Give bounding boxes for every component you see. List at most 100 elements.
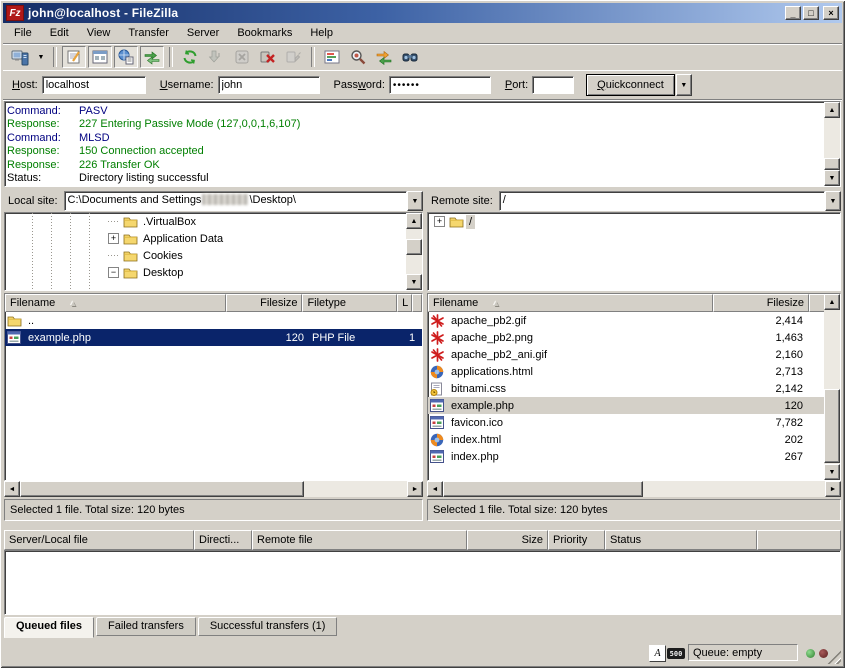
scrollbar-thumb[interactable] [443,481,643,497]
queue-column-header-remote-file[interactable]: Remote file [252,530,467,550]
file-row[interactable]: index.php267 [428,448,840,465]
queue-column-header-priority[interactable]: Priority [548,530,605,550]
site-manager-dropdown-button[interactable]: ▼ [34,46,48,68]
folder-icon [123,216,140,228]
column-header-filesize[interactable]: Filesize [226,294,302,312]
local-directory-tree[interactable]: .VirtualBox+Application DataCookies−Desk… [4,212,423,291]
local-site-dropdown-button[interactable]: ▼ [407,191,423,211]
toggle-message-log-button[interactable] [62,46,86,68]
tree-item[interactable]: Cookies [5,247,422,264]
local-file-list[interactable]: Filename▲FilesizeFiletypeL..example.php1… [4,293,423,481]
queue-column-header-server-local-file[interactable]: Server/Local file [4,530,194,550]
remote-site-dropdown-button[interactable]: ▼ [825,191,841,211]
transfer-queue-list[interactable] [4,550,841,615]
vertical-scrollbar[interactable]: ▲▼ [406,213,422,290]
process-queue-icon [208,49,224,65]
queue-column-header-status[interactable]: Status [605,530,757,550]
tab-successful-transfers-1[interactable]: Successful transfers (1) [198,617,338,636]
scrollbar-thumb[interactable] [824,158,840,170]
host-input[interactable] [42,76,146,94]
file-row[interactable]: apache_pb2.gif2,414 [428,312,840,329]
file-row[interactable]: applications.html2,713 [428,363,840,380]
minimize-button[interactable]: _ [785,6,801,20]
scroll-left-button[interactable]: ◄ [4,481,20,497]
column-header-filename[interactable]: Filename▲ [5,294,226,312]
vertical-scrollbar[interactable]: ▲▼ [824,102,840,186]
process-queue-button[interactable] [204,46,228,68]
remote-site-path[interactable]: / [499,191,825,211]
column-header-filetype[interactable]: Filetype [302,294,397,312]
scroll-right-button[interactable]: ► [825,481,841,497]
site-manager-button[interactable] [8,46,32,68]
scrollbar-thumb[interactable] [20,481,304,497]
port-input[interactable] [532,76,574,94]
window-resize-grip[interactable] [827,650,841,664]
toggle-transfer-queue-button[interactable] [140,46,164,68]
scroll-left-button[interactable]: ◄ [427,481,443,497]
menu-item-view[interactable]: View [78,25,120,41]
column-header-filesize[interactable]: Filesize [713,294,809,312]
local-site-combobox[interactable]: C:\Documents and Settings\Desktop\ ▼ [64,191,423,211]
menu-item-edit[interactable]: Edit [41,25,78,41]
file-row[interactable]: .. [5,312,422,329]
menu-item-bookmarks[interactable]: Bookmarks [228,25,301,41]
file-row[interactable]: bitnami.css2,142 [428,380,840,397]
tab-failed-transfers[interactable]: Failed transfers [96,617,196,636]
local-site-path[interactable]: C:\Documents and Settings\Desktop\ [64,191,407,211]
queue-column-header-size[interactable]: Size [467,530,548,550]
password-input[interactable] [389,76,491,94]
vertical-scrollbar[interactable]: ▲▼ [824,294,840,480]
scroll-up-button[interactable]: ▲ [406,213,422,229]
tree-expander-expand-icon[interactable]: + [434,216,445,227]
directory-comparison-button[interactable] [346,46,370,68]
tree-item[interactable]: −Desktop [5,264,422,281]
local-horizontal-scrollbar[interactable]: ◄► [4,481,423,497]
column-header-l[interactable]: L [397,294,412,312]
title-bar[interactable]: Fz john@localhost - FileZilla _ □ × [3,3,842,23]
scroll-right-button[interactable]: ► [407,481,423,497]
directory-filter-button[interactable] [320,46,344,68]
scrollbar-thumb[interactable] [406,239,422,255]
maximize-button[interactable]: □ [803,6,819,20]
remote-file-list[interactable]: Filename▲Filesizeapache_pb2.gif2,414apac… [427,293,841,481]
file-row[interactable]: index.html202 [428,431,840,448]
menu-item-server[interactable]: Server [178,25,228,41]
scrollbar-thumb[interactable] [824,389,840,463]
file-row[interactable]: example.php120 [428,397,840,414]
username-input[interactable] [218,76,320,94]
reconnect-button[interactable] [282,46,306,68]
file-row[interactable]: favicon.ico7,782 [428,414,840,431]
tree-expander-collapse-icon[interactable]: − [108,267,119,278]
close-button[interactable]: × [823,6,839,20]
tree-item[interactable]: +Application Data [5,230,422,247]
disconnect-button[interactable] [256,46,280,68]
scroll-up-button[interactable]: ▲ [824,102,840,118]
remote-directory-tree[interactable]: +/ [427,212,841,291]
menu-item-file[interactable]: File [5,25,41,41]
cancel-operation-button[interactable] [230,46,254,68]
file-row[interactable]: apache_pb2_ani.gif2,160 [428,346,840,363]
toggle-local-tree-button[interactable] [88,46,112,68]
file-row[interactable]: apache_pb2.png1,463 [428,329,840,346]
remote-site-combobox[interactable]: / ▼ [499,191,841,211]
tree-item[interactable]: .VirtualBox [5,213,422,230]
scroll-down-button[interactable]: ▼ [406,274,422,290]
queue-column-header-directi[interactable]: Directi... [194,530,252,550]
quickconnect-button[interactable]: Quickconnect [586,74,675,96]
toggle-remote-tree-button[interactable] [114,46,138,68]
menu-item-help[interactable]: Help [301,25,342,41]
scroll-down-button[interactable]: ▼ [824,170,840,186]
column-header-filename[interactable]: Filename▲ [428,294,713,312]
find-files-button[interactable] [398,46,422,68]
synchronized-browsing-button[interactable] [372,46,396,68]
file-row[interactable]: example.php120PHP File1 [5,329,422,346]
tree-item[interactable]: +/ [428,213,840,230]
remote-horizontal-scrollbar[interactable]: ◄► [427,481,841,497]
tree-expander-expand-icon[interactable]: + [108,233,119,244]
scroll-up-button[interactable]: ▲ [824,294,840,310]
quickconnect-dropdown-button[interactable]: ▼ [676,74,692,96]
menu-item-transfer[interactable]: Transfer [119,25,178,41]
tab-queued-files[interactable]: Queued files [4,617,94,638]
refresh-button[interactable] [178,46,202,68]
scroll-down-button[interactable]: ▼ [824,464,840,480]
